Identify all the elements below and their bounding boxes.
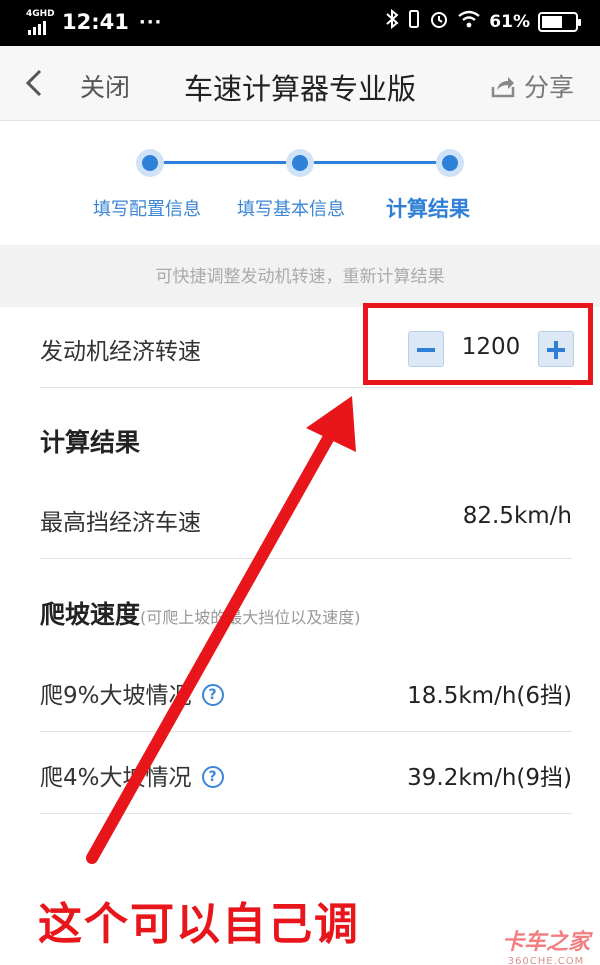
step-dot [436, 149, 464, 177]
top-gear-speed-label: 最高挡经济车速 [40, 510, 201, 536]
watermark-logo: 卡车之家 360CHE.COM [502, 924, 590, 965]
share-button[interactable]: 分享 [490, 68, 574, 104]
climb-title: 爬坡速度(可爬上坡的最大挡位以及速度) [40, 595, 361, 631]
annotation-text: 这个可以自己调 [38, 899, 360, 950]
bluetooth-icon [385, 8, 399, 34]
step-label-result: 计算结果 [386, 197, 470, 221]
climb-row-label: 爬9%大坡情况? [40, 676, 224, 710]
battery-icon [538, 11, 581, 32]
share-label: 分享 [523, 73, 574, 102]
engine-speed-label: 发动机经济转速 [40, 339, 201, 365]
step-dot [286, 149, 314, 177]
signal-icon: 4GHD [26, 8, 56, 36]
help-icon[interactable]: ? [201, 765, 224, 788]
climb-4-value: 39.2km/h(9挡) [407, 765, 572, 791]
divider [40, 558, 572, 559]
climb-title-text: 爬坡速度 [40, 600, 141, 629]
divider [40, 731, 572, 732]
network-type: 4GHD [26, 9, 55, 19]
highlight-box [363, 303, 593, 385]
help-icon[interactable]: ? [201, 683, 224, 706]
status-time: 12:41 [62, 10, 129, 34]
results-title: 计算结果 [40, 428, 141, 457]
step-connector [150, 161, 300, 164]
climb-row-label: 爬4%大坡情况? [40, 758, 224, 792]
climb-9-value: 18.5km/h(6挡) [407, 683, 572, 709]
climb-9-label: 爬9%大坡情况 [40, 683, 192, 709]
progress-stepper: 填写配置信息 填写基本信息 计算结果 [0, 121, 600, 245]
top-gear-speed-value: 82.5km/h [462, 503, 572, 529]
climb-note: (可爬上坡的最大挡位以及速度) [140, 608, 361, 627]
alarm-icon [429, 9, 449, 34]
wifi-icon [457, 9, 481, 34]
climb-4-label: 爬4%大坡情况 [40, 765, 192, 791]
more-notifications-icon: ··· [138, 11, 163, 33]
status-bar: 4GHD 12:41 ··· 61% [0, 0, 600, 46]
share-icon [491, 77, 515, 98]
battery-percent: 61% [489, 11, 530, 32]
step-connector [300, 161, 450, 164]
hint-text: 可快捷调整发动机转速，重新计算结果 [0, 245, 600, 307]
watermark-line1: 卡车之家 [501, 930, 590, 955]
nav-bar: 关闭 车速计算器专业版 分享 [0, 46, 600, 121]
step-dot [136, 149, 164, 177]
vibrate-icon [407, 9, 421, 34]
watermark-line2: 360CHE.COM [507, 956, 585, 965]
divider [40, 387, 572, 388]
divider [40, 813, 572, 814]
